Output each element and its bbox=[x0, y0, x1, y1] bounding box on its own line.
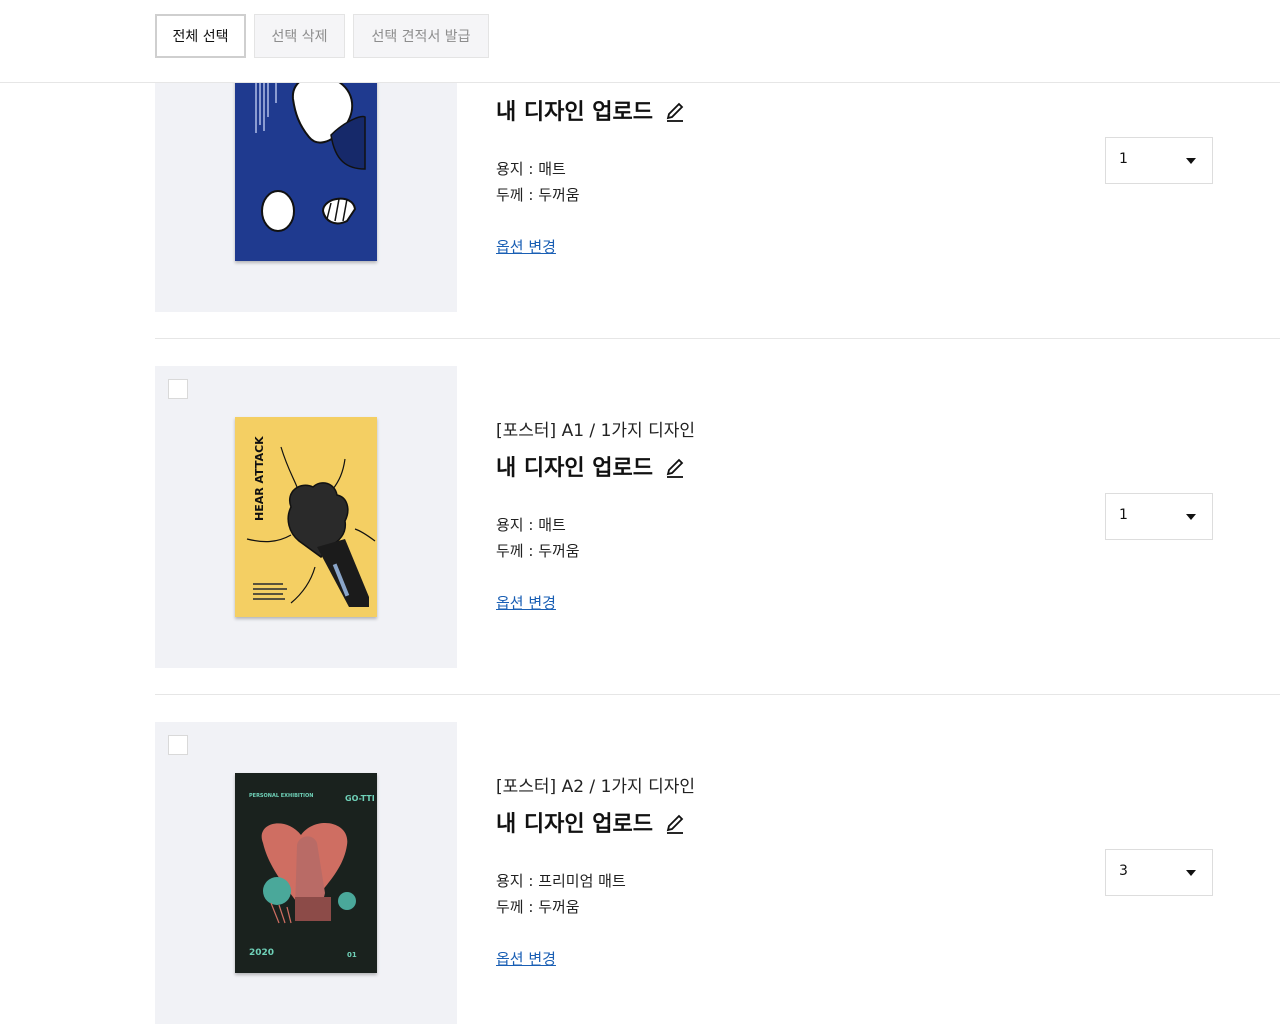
poster-thumbnail[interactable] bbox=[235, 61, 377, 261]
item-title: 내 디자인 업로드 bbox=[496, 94, 685, 126]
item-checkbox[interactable] bbox=[168, 379, 188, 399]
cart-item: HEAR ATTACK [포스터] A1 / 1가지 디자인 내 디자인 업로드 bbox=[155, 366, 1280, 668]
quantity-value: 3 bbox=[1119, 863, 1128, 879]
poster-tag: PERSONAL EXHIBITION bbox=[249, 793, 313, 799]
quantity-select[interactable]: 1 bbox=[1105, 493, 1213, 540]
option-change-link[interactable]: 옵션 변경 bbox=[496, 948, 556, 969]
item-thumbnail-box: PERSONAL EXHIBITION GO-TTI 2020 01 bbox=[155, 722, 457, 1024]
item-spec: [포스터] A2 / 1가지 디자인 bbox=[496, 777, 695, 797]
poster-thumbnail[interactable]: HEAR ATTACK bbox=[235, 417, 377, 617]
item-divider bbox=[155, 694, 1280, 695]
option-change-link[interactable]: 옵션 변경 bbox=[496, 592, 556, 613]
caret-down-icon bbox=[1186, 514, 1196, 520]
cart-item: PERSONAL EXHIBITION GO-TTI 2020 01 [포스터]… bbox=[155, 722, 1280, 1024]
poster-issue: 01 bbox=[347, 951, 357, 959]
poster-yellow-image: HEAR ATTACK bbox=[235, 417, 377, 617]
delete-selected-button[interactable]: 선택 삭제 bbox=[254, 14, 345, 58]
item-title-text: 내 디자인 업로드 bbox=[496, 812, 653, 837]
pencil-icon[interactable] bbox=[665, 454, 685, 478]
cart-page: 내 디자인 업로드 용지 : 매트 두께 : 두꺼움 옵션 변경 1 HEAR … bbox=[0, 0, 1280, 1030]
caret-down-icon bbox=[1186, 158, 1196, 164]
poster-dark-image: PERSONAL EXHIBITION GO-TTI 2020 01 bbox=[235, 773, 377, 973]
poster-year: 2020 bbox=[249, 948, 274, 958]
item-checkbox[interactable] bbox=[168, 735, 188, 755]
item-title: 내 디자인 업로드 bbox=[496, 806, 685, 838]
option-change-link[interactable]: 옵션 변경 bbox=[496, 236, 556, 257]
item-title-text: 내 디자인 업로드 bbox=[496, 100, 653, 125]
quantity-value: 1 bbox=[1119, 507, 1128, 523]
item-divider bbox=[155, 338, 1280, 339]
pencil-icon[interactable] bbox=[665, 810, 685, 834]
quantity-select[interactable]: 1 bbox=[1105, 137, 1213, 184]
select-all-button[interactable]: 전체 선택 bbox=[155, 14, 246, 58]
poster-blue-image bbox=[235, 61, 377, 261]
item-thickness: 두께 : 두꺼움 bbox=[496, 898, 580, 916]
item-thickness: 두께 : 두꺼움 bbox=[496, 542, 580, 560]
quantity-value: 1 bbox=[1119, 151, 1128, 167]
quantity-select[interactable]: 3 bbox=[1105, 849, 1213, 896]
item-title: 내 디자인 업로드 bbox=[496, 450, 685, 482]
item-paper: 용지 : 매트 bbox=[496, 160, 566, 178]
caret-down-icon bbox=[1186, 870, 1196, 876]
poster-thumbnail[interactable]: PERSONAL EXHIBITION GO-TTI 2020 01 bbox=[235, 773, 377, 973]
cart-action-bar: 전체 선택 선택 삭제 선택 견적서 발급 bbox=[0, 0, 1280, 83]
issue-quote-button[interactable]: 선택 견적서 발급 bbox=[353, 14, 489, 58]
item-thumbnail-box: HEAR ATTACK bbox=[155, 366, 457, 668]
item-title-text: 내 디자인 업로드 bbox=[496, 456, 653, 481]
item-spec: [포스터] A1 / 1가지 디자인 bbox=[496, 421, 695, 441]
poster-name: GO-TTI bbox=[345, 794, 375, 803]
item-paper: 용지 : 프리미엄 매트 bbox=[496, 872, 626, 890]
poster-headline: HEAR ATTACK bbox=[253, 436, 266, 521]
item-paper: 용지 : 매트 bbox=[496, 516, 566, 534]
item-thickness: 두께 : 두꺼움 bbox=[496, 186, 580, 204]
pencil-icon[interactable] bbox=[665, 98, 685, 122]
